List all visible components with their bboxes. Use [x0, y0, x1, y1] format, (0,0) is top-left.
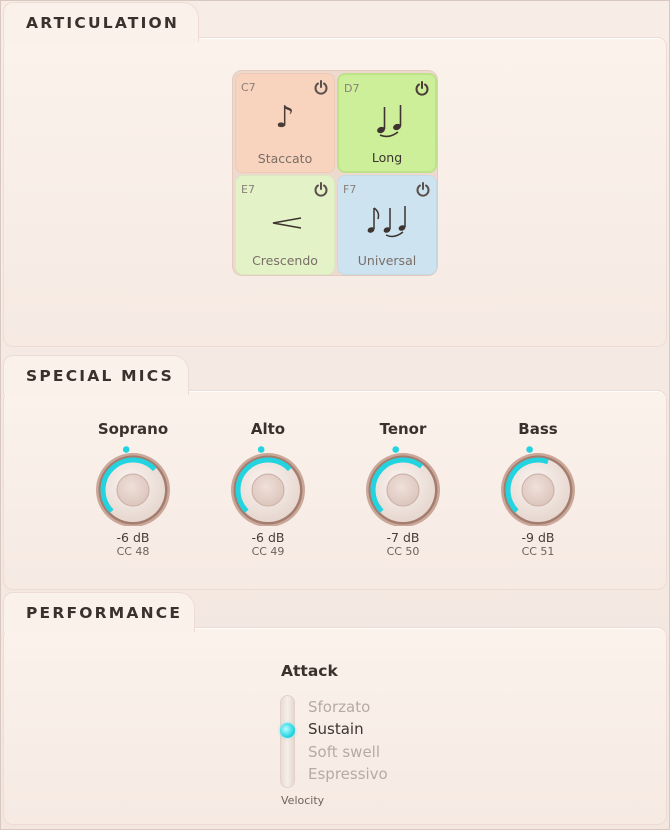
mic-alto: Alto -6 dB CC 49: [208, 420, 328, 558]
attack-slider-thumb[interactable]: [280, 723, 295, 738]
articulation-crescendo[interactable]: E7 Crescendo: [235, 175, 335, 275]
articulation-label: Crescendo: [252, 253, 318, 268]
knob-graphic: [96, 446, 170, 526]
velocity-label: Velocity: [281, 794, 325, 807]
mic-name: Alto: [250, 420, 286, 438]
articulation-staccato[interactable]: C7 ♪ Staccato: [235, 73, 335, 173]
mic-cc-label: CC 49: [251, 545, 285, 558]
performance-section-tab: PERFORMANCE: [3, 592, 195, 632]
long-notes-icon: [377, 105, 402, 138]
level-indicator-dot: [122, 446, 130, 453]
power-icon[interactable]: [313, 79, 329, 95]
knob-graphic: [366, 446, 440, 526]
attack-option-soft-swell[interactable]: Soft swell: [308, 743, 380, 761]
mic-level-value: -7 dB: [386, 530, 420, 545]
articulation-label: Universal: [357, 253, 417, 268]
universal-notes-icon: [367, 206, 406, 238]
special-mics-section-title: SPECIAL MICS: [26, 367, 174, 385]
crescendo-icon: [272, 217, 302, 229]
attack-option-sustain[interactable]: Sustain: [308, 720, 364, 738]
keyswitch-label: E7: [241, 183, 255, 196]
performance-section-title: PERFORMANCE: [26, 604, 183, 622]
eighth-note-icon: ♪: [275, 100, 295, 135]
attack-option-sforzato[interactable]: Sforzato: [308, 698, 370, 716]
tenor-level-knob[interactable]: [363, 446, 443, 526]
mic-cc-label: CC 48: [116, 545, 150, 558]
alto-level-knob[interactable]: [228, 446, 308, 526]
level-indicator-dot: [392, 446, 400, 453]
knob-graphic: [501, 446, 575, 526]
attack-title: Attack: [281, 662, 338, 680]
mic-tenor: Tenor -7 dB CC 50: [343, 420, 463, 558]
level-indicator-dot: [257, 446, 265, 453]
attack-option-espressivo[interactable]: Espressivo: [308, 765, 388, 783]
articulation-long[interactable]: D7 Long: [337, 73, 437, 173]
special-mics-section-tab: SPECIAL MICS: [3, 355, 189, 395]
mic-name: Bass: [518, 420, 558, 438]
mic-level-value: -6 dB: [251, 530, 285, 545]
articulation-label: Long: [371, 150, 403, 165]
articulation-section-title: ARTICULATION: [26, 14, 180, 32]
keyswitch-label: D7: [344, 82, 360, 95]
articulation-grid: C7 ♪ Staccato D7 Long E7 Crescendo F7 Un…: [232, 70, 438, 276]
power-icon[interactable]: [415, 181, 431, 197]
level-indicator-dot: [526, 446, 533, 453]
keyswitch-label: F7: [343, 183, 357, 196]
power-icon[interactable]: [414, 80, 430, 96]
mic-name: Soprano: [97, 420, 169, 438]
articulation-label: Staccato: [257, 151, 313, 166]
articulation-section-tab: ARTICULATION: [3, 2, 199, 42]
mic-cc-label: CC 51: [521, 545, 555, 558]
soprano-level-knob[interactable]: [93, 446, 173, 526]
attack-slider-track[interactable]: [280, 695, 295, 788]
mic-level-value: -6 dB: [116, 530, 150, 545]
keyswitch-label: C7: [241, 81, 256, 94]
power-icon[interactable]: [313, 181, 329, 197]
mic-level-value: -9 dB: [521, 530, 555, 545]
bass-level-knob[interactable]: [498, 446, 578, 526]
mic-name: Tenor: [379, 420, 427, 438]
mic-cc-label: CC 50: [386, 545, 420, 558]
articulation-universal[interactable]: F7 Universal: [337, 175, 437, 275]
knob-graphic: [231, 446, 305, 526]
mic-bass: Bass -9 dB CC 51: [478, 420, 598, 558]
mic-soprano: Soprano -6 dB CC 48: [73, 420, 193, 558]
